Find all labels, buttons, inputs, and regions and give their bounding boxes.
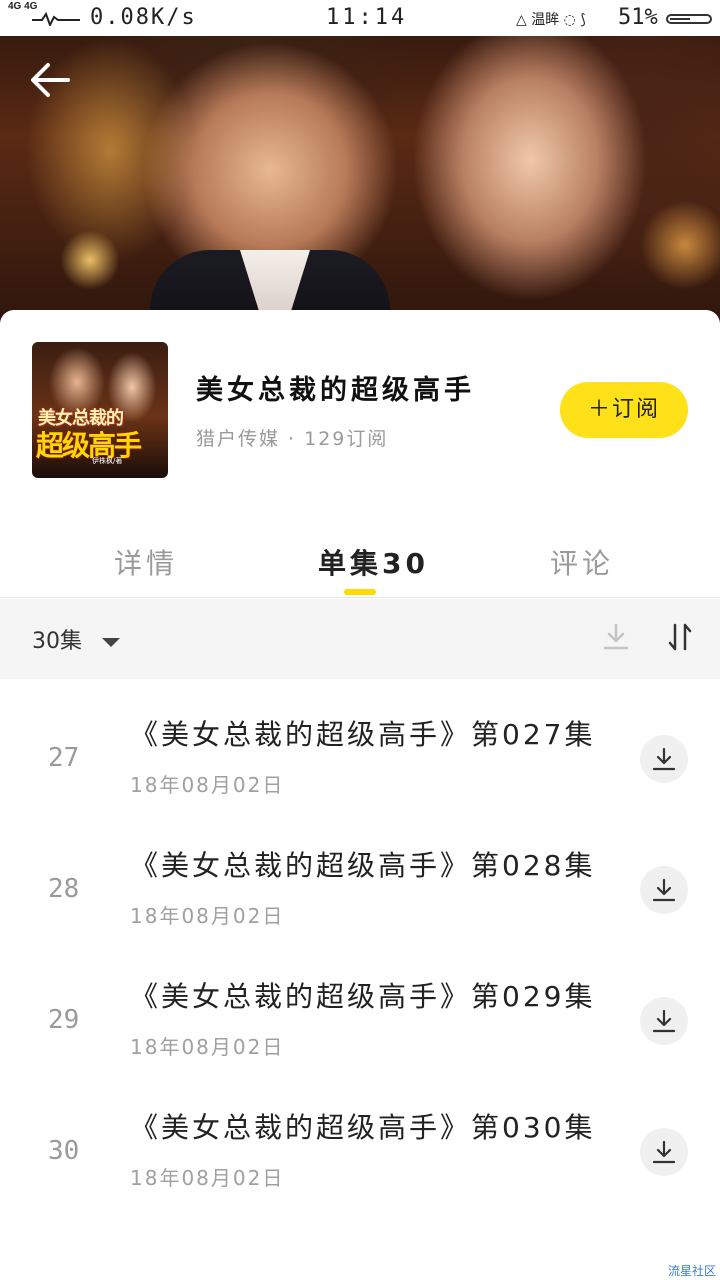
- net-speed: 0.08K/s: [90, 5, 197, 30]
- episode-title: 《美女总裁的超级高手》第029集: [130, 980, 596, 1013]
- watermark: 流星社区: [668, 1264, 717, 1278]
- back-arrow-icon: [31, 63, 70, 97]
- network-activity-icon: [32, 12, 80, 26]
- battery-icon: [666, 14, 712, 24]
- episode-date: 18年08月02日: [130, 773, 285, 797]
- episode-title: 《美女总裁的超级高手》第030集: [130, 1111, 596, 1144]
- clock: 11:14: [326, 5, 408, 30]
- bokeh-light: [60, 230, 120, 290]
- status-icons: △ 温眸 ◌ ⟆: [516, 12, 586, 28]
- episode-download-button[interactable]: [640, 997, 688, 1045]
- episode-row[interactable]: 30 《美女总裁的超级高手》第030集 18年08月02日: [0, 1072, 720, 1203]
- subscribe-button[interactable]: ＋订阅: [560, 382, 688, 438]
- episode-row[interactable]: 29 《美女总裁的超级高手》第029集 18年08月02日: [0, 941, 720, 1072]
- download-icon: [652, 878, 676, 902]
- episode-number: 29: [48, 1005, 80, 1035]
- book-meta: 猎户传媒 · 129订阅: [196, 428, 389, 450]
- download-icon: [652, 1009, 676, 1033]
- sort-icon: [668, 623, 692, 651]
- episode-toolbar: 30集: [0, 599, 720, 679]
- book-cover[interactable]: 美女总裁的 超级高手 伊株枫/著: [32, 342, 168, 478]
- hero-banner: [0, 0, 720, 340]
- episode-number: 27: [48, 743, 80, 773]
- back-button[interactable]: [28, 60, 72, 100]
- episode-date: 18年08月02日: [130, 904, 285, 928]
- batch-download-button[interactable]: [600, 621, 632, 653]
- episode-title: 《美女总裁的超级高手》第027集: [130, 718, 596, 751]
- status-bar: 4G 4G 0.08K/s 11:14 △ 温眸 ◌ ⟆ 51%: [0, 0, 720, 36]
- cover-title-line2: 超级高手: [36, 429, 142, 462]
- book-title: 美女总裁的超级高手: [196, 375, 475, 406]
- episode-date: 18年08月02日: [130, 1166, 285, 1190]
- episode-download-button[interactable]: [640, 1128, 688, 1176]
- episode-row[interactable]: 27 《美女总裁的超级高手》第027集 18年08月02日: [0, 679, 720, 810]
- episode-range-label: 30集: [32, 629, 82, 654]
- sort-button[interactable]: [664, 621, 696, 653]
- episode-date: 18年08月02日: [130, 1035, 285, 1059]
- bokeh-light: [640, 200, 720, 290]
- download-icon: [652, 1140, 676, 1164]
- cover-author: 伊株枫/著: [92, 457, 123, 465]
- episode-title: 《美女总裁的超级高手》第028集: [130, 849, 596, 882]
- caret-down-icon: [102, 637, 120, 647]
- download-icon: [603, 623, 629, 650]
- signal-indicator: 4G 4G: [8, 1, 38, 12]
- episode-range-dropdown[interactable]: 30集: [32, 623, 120, 655]
- tab-episodes[interactable]: 单集30: [318, 542, 429, 582]
- episode-download-button[interactable]: [640, 866, 688, 914]
- battery-percent: 51%: [618, 5, 658, 30]
- episode-download-button[interactable]: [640, 735, 688, 783]
- download-icon: [652, 747, 676, 771]
- tab-bar: 详情 单集30 评论: [0, 530, 720, 598]
- tab-comments[interactable]: 评论: [550, 542, 614, 582]
- active-tab-indicator: [344, 589, 376, 595]
- episode-number: 30: [48, 1136, 80, 1166]
- episode-number: 28: [48, 874, 80, 904]
- episode-row[interactable]: 28 《美女总裁的超级高手》第028集 18年08月02日: [0, 810, 720, 941]
- tab-details[interactable]: 详情: [114, 542, 178, 582]
